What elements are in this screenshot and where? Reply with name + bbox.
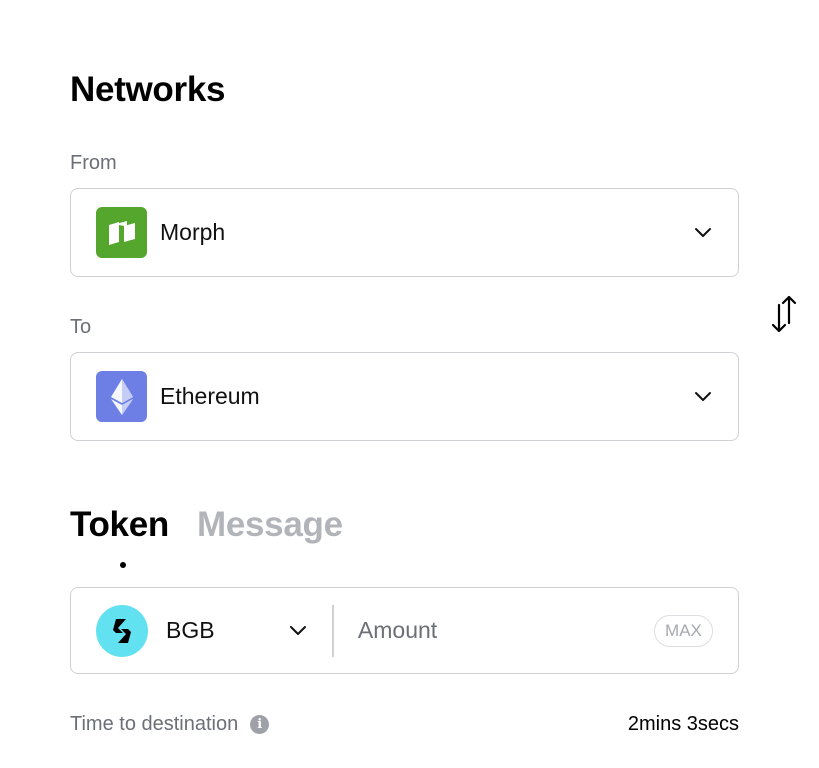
- info-icon[interactable]: i: [250, 715, 270, 734]
- transfer-type-tabs: Token Message: [70, 505, 343, 545]
- swap-arrows-icon: [771, 295, 797, 333]
- token-select[interactable]: BGB: [71, 588, 332, 673]
- to-network-name: Ethereum: [160, 383, 260, 409]
- time-to-destination-value: 2mins 3secs: [627, 713, 739, 735]
- tab-message[interactable]: Message: [197, 505, 343, 545]
- time-label-group: Time to destination i: [70, 713, 270, 736]
- ethereum-logo-icon: [96, 371, 147, 422]
- max-button[interactable]: MAX: [653, 614, 713, 647]
- chevron-down-icon: [695, 391, 711, 401]
- from-label: From: [70, 152, 117, 174]
- tab-token[interactable]: Token: [70, 505, 169, 545]
- chevron-down-icon: [695, 227, 711, 237]
- token-amount-box: BGB MAX: [70, 587, 739, 674]
- to-network-select[interactable]: Ethereum: [70, 352, 739, 441]
- morph-logo-icon: [96, 207, 147, 258]
- token-symbol: BGB: [166, 617, 215, 643]
- time-to-destination-label: Time to destination: [70, 713, 239, 735]
- time-to-destination-row: Time to destination i 2mins 3secs: [70, 713, 739, 736]
- to-label: To: [70, 316, 92, 338]
- from-network-select[interactable]: Morph: [70, 188, 739, 277]
- networks-title: Networks: [70, 70, 226, 109]
- from-network-name: Morph: [160, 219, 226, 245]
- bgb-logo-icon: [96, 604, 148, 657]
- chevron-down-icon: [290, 625, 307, 635]
- amount-input[interactable]: [333, 588, 654, 673]
- active-tab-indicator: [120, 562, 126, 568]
- swap-networks-button[interactable]: [771, 295, 797, 333]
